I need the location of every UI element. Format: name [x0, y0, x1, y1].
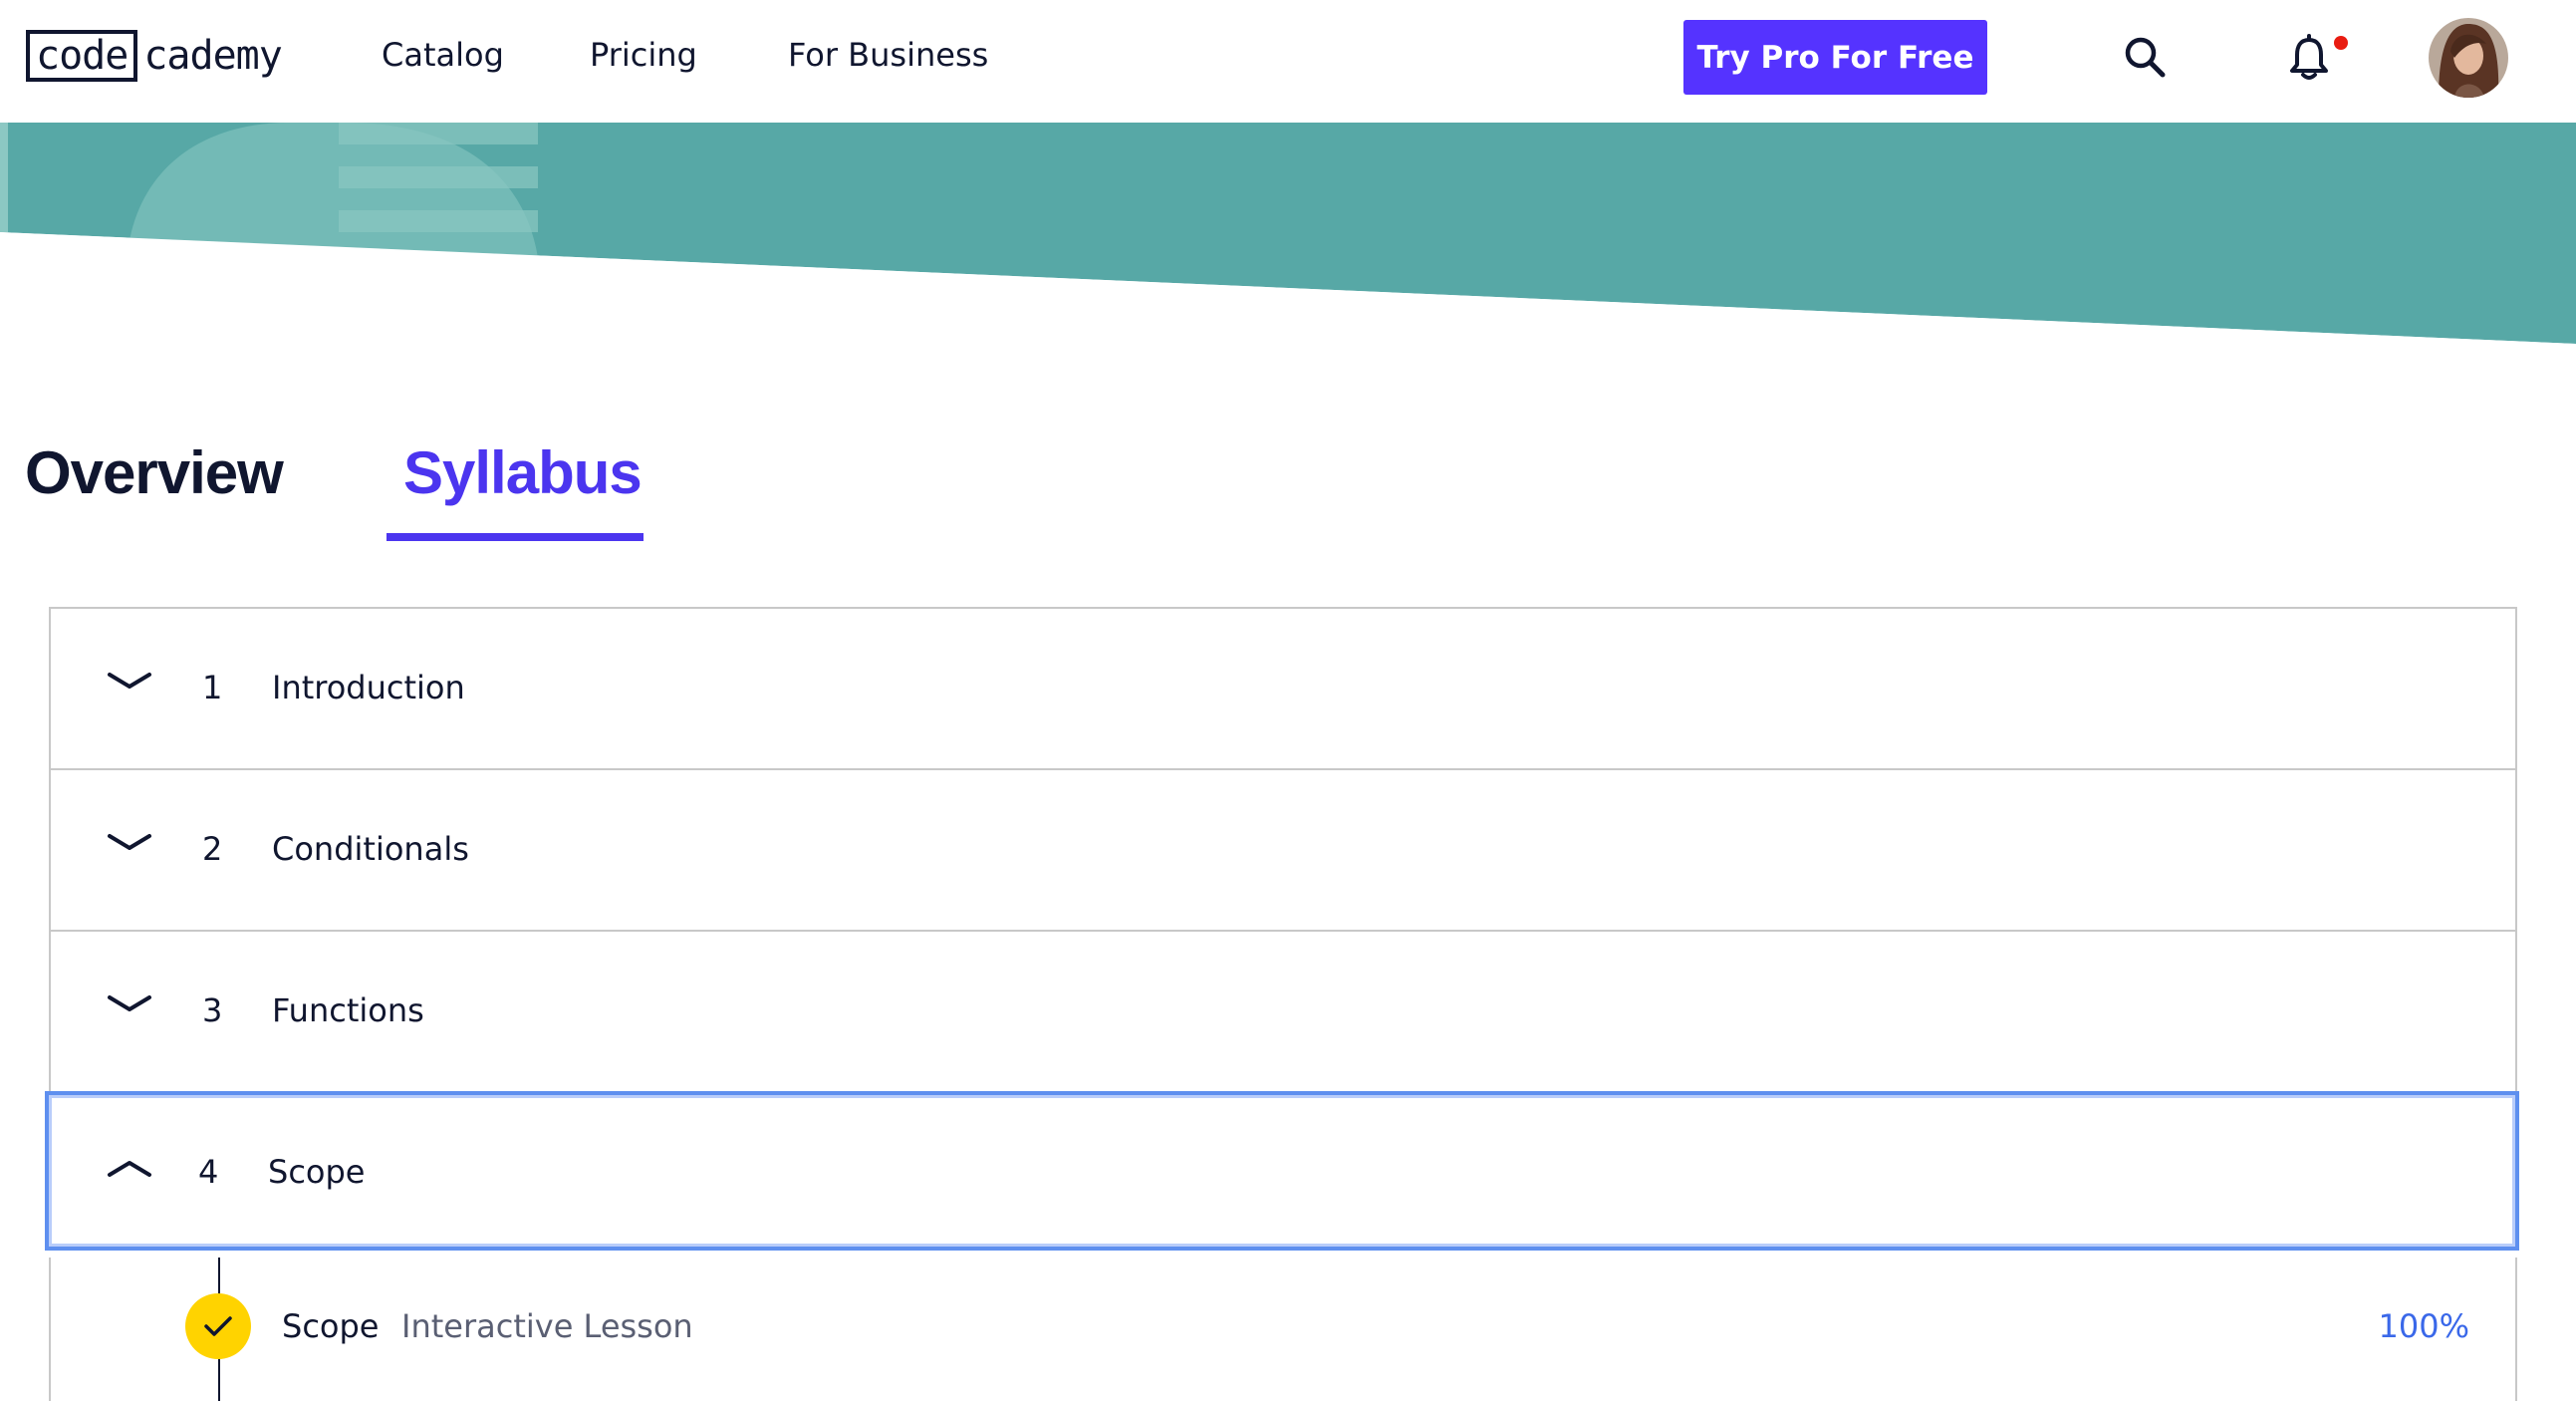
module-title: Introduction: [272, 669, 465, 706]
module-number: 4: [198, 1153, 219, 1191]
notification-dot: [2334, 36, 2348, 50]
logo-box-text: code: [26, 30, 138, 82]
tab-syllabus[interactable]: Syllabus: [403, 438, 643, 507]
module-number: 3: [202, 991, 223, 1029]
module-row-functions[interactable]: 3 Functions: [49, 930, 2517, 1091]
chevron-down-icon: [107, 830, 152, 860]
module-number: 1: [202, 669, 223, 706]
chevron-down-icon: [107, 991, 152, 1021]
nav-link-pricing[interactable]: Pricing: [590, 36, 697, 74]
top-navbar: code cademy Catalog Pricing For Business…: [0, 0, 2576, 123]
module-row-introduction[interactable]: 1 Introduction: [49, 607, 2517, 768]
lesson-progress: 100%: [2378, 1307, 2469, 1345]
user-avatar[interactable]: [2429, 18, 2508, 98]
active-tab-underline: [386, 533, 644, 541]
syllabus-module-list: 1 Introduction 2 Conditionals 3 Function…: [45, 607, 2519, 1251]
try-pro-button[interactable]: Try Pro For Free: [1683, 20, 1987, 95]
nav-link-catalog[interactable]: Catalog: [382, 36, 504, 74]
lesson-type: Interactive Lesson: [401, 1307, 693, 1345]
bell-icon[interactable]: [2287, 34, 2331, 86]
module-title: Conditionals: [272, 830, 469, 868]
module-number: 2: [202, 830, 223, 868]
lesson-row-scope[interactable]: Scope Interactive Lesson 100%: [49, 1258, 2517, 1401]
chevron-down-icon: [107, 669, 152, 699]
module-title: Scope: [268, 1153, 366, 1191]
lesson-title[interactable]: Scope: [282, 1307, 379, 1345]
codecademy-logo[interactable]: code cademy: [26, 28, 283, 84]
completed-check-icon: [185, 1293, 251, 1359]
logo-rest-text: cademy: [143, 33, 282, 79]
module-title: Functions: [272, 991, 424, 1029]
module-row-scope[interactable]: 4 Scope: [45, 1091, 2519, 1251]
chevron-up-icon: [107, 1155, 152, 1185]
tab-overview[interactable]: Overview: [25, 438, 284, 507]
module-row-conditionals[interactable]: 2 Conditionals: [49, 768, 2517, 930]
search-icon[interactable]: [2122, 34, 2170, 86]
hero-banner: [0, 123, 2576, 352]
nav-link-for-business[interactable]: For Business: [788, 36, 988, 74]
try-pro-button-label: Try Pro For Free: [1696, 39, 1974, 76]
